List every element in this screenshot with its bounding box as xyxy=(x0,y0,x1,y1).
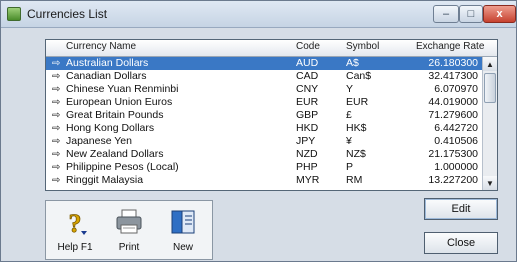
symbol-cell: Can$ xyxy=(346,70,372,82)
currency-name-cell: Chinese Yuan Renminbi xyxy=(66,83,179,95)
exchange-rate-cell: 71.279600 xyxy=(428,109,478,121)
row-arrow-icon: ⇨ xyxy=(52,162,61,173)
exchange-rate-cell: 0.410506 xyxy=(434,135,478,147)
currency-name-cell: Ringgit Malaysia xyxy=(66,174,144,186)
header-exchange-rate[interactable]: Exchange Rate xyxy=(416,41,484,52)
close-window-button[interactable]: x xyxy=(483,5,516,23)
code-cell: NZD xyxy=(296,148,318,160)
help-question-icon: ? xyxy=(68,209,87,237)
svg-text:?: ? xyxy=(69,209,82,237)
code-cell: PHP xyxy=(296,161,318,173)
currency-name-cell: European Union Euros xyxy=(66,96,173,108)
currencies-window: Currencies List – □ x Currency Name Code… xyxy=(0,0,517,262)
table-row[interactable]: ⇨ Ringgit Malaysia MYR RM 13.227200 xyxy=(46,174,482,187)
exchange-rate-cell: 1.000000 xyxy=(434,161,478,173)
symbol-cell: RM xyxy=(346,174,363,186)
toolbar-panel: ? Help F1 Print New xyxy=(45,200,213,260)
row-arrow-icon: ⇨ xyxy=(52,97,61,108)
row-arrow-icon: ⇨ xyxy=(52,123,61,134)
title-bar[interactable]: Currencies List – □ x xyxy=(1,1,516,28)
code-cell: JPY xyxy=(296,135,316,147)
row-arrow-icon: ⇨ xyxy=(52,136,61,147)
row-arrow-icon: ⇨ xyxy=(52,149,61,160)
new-book-icon xyxy=(171,210,195,234)
header-symbol[interactable]: Symbol xyxy=(346,41,379,52)
table-row[interactable]: ⇨ Hong Kong Dollars HKD HK$ 6.442720 xyxy=(46,122,482,135)
symbol-cell: EUR xyxy=(346,96,369,108)
table-row[interactable]: ⇨ Australian Dollars AUD A$ 26.180300 xyxy=(46,57,482,70)
currency-name-cell: Australian Dollars xyxy=(66,57,149,69)
vertical-scrollbar[interactable]: ▲ ▼ xyxy=(482,57,497,190)
code-cell: GBP xyxy=(296,109,319,121)
edit-button[interactable]: Edit xyxy=(424,198,498,220)
symbol-cell: £ xyxy=(346,109,352,121)
exchange-rate-cell: 6.070970 xyxy=(434,83,478,95)
exchange-rate-cell: 32.417300 xyxy=(428,70,478,82)
symbol-cell: HK$ xyxy=(346,122,367,134)
symbol-cell: Y xyxy=(346,83,354,95)
grid-header: Currency Name Code Symbol Exchange Rate xyxy=(46,40,497,57)
new-label: New xyxy=(172,242,193,253)
code-cell: CNY xyxy=(296,83,319,95)
symbol-cell: ¥ xyxy=(346,135,352,147)
row-arrow-icon: ⇨ xyxy=(52,110,61,121)
help-button[interactable]: ? Help F1 xyxy=(50,204,100,258)
print-label: Print xyxy=(118,242,140,253)
currency-name-cell: New Zealand Dollars xyxy=(66,148,164,160)
table-row[interactable]: ⇨ European Union Euros EUR EUR 44.019000 xyxy=(46,96,482,109)
scroll-up-icon[interactable]: ▲ xyxy=(483,57,497,71)
currency-name-cell: Canadian Dollars xyxy=(66,70,147,82)
table-row[interactable]: ⇨ Canadian Dollars CAD Can$ 32.417300 xyxy=(46,70,482,83)
close-button[interactable]: Close xyxy=(424,232,498,254)
maximize-button[interactable]: □ xyxy=(459,5,483,23)
row-arrow-icon: ⇨ xyxy=(52,71,61,82)
scroll-thumb[interactable] xyxy=(484,73,496,103)
code-cell: MYR xyxy=(296,174,320,186)
row-arrow-icon: ⇨ xyxy=(52,58,61,69)
header-code[interactable]: Code xyxy=(296,41,320,52)
row-arrow-icon: ⇨ xyxy=(52,175,61,186)
currency-grid[interactable]: Currency Name Code Symbol Exchange Rate … xyxy=(45,39,498,191)
printer-icon xyxy=(116,209,142,234)
scroll-down-icon[interactable]: ▼ xyxy=(483,176,497,190)
symbol-cell: NZ$ xyxy=(346,148,366,160)
exchange-rate-cell: 13.227200 xyxy=(428,174,478,186)
table-row[interactable]: ⇨ Chinese Yuan Renminbi CNY Y 6.070970 xyxy=(46,83,482,96)
currency-name-cell: Hong Kong Dollars xyxy=(66,122,155,134)
app-icon xyxy=(7,7,21,21)
grid-rows: ⇨ Australian Dollars AUD A$ 26.180300 ⇨ Canadi… xyxy=(46,57,482,187)
exchange-rate-cell: 21.175300 xyxy=(428,148,478,160)
symbol-cell: A$ xyxy=(346,57,359,69)
exchange-rate-cell: 6.442720 xyxy=(434,122,478,134)
exchange-rate-cell: 26.180300 xyxy=(428,57,478,69)
currency-name-cell: Japanese Yen xyxy=(66,135,132,147)
symbol-cell: P xyxy=(346,161,354,173)
code-cell: CAD xyxy=(296,70,319,82)
code-cell: AUD xyxy=(296,57,319,69)
minimize-button[interactable]: – xyxy=(433,5,459,23)
print-button[interactable]: Print xyxy=(104,204,154,258)
currency-name-cell: Great Britain Pounds xyxy=(66,109,164,121)
table-row[interactable]: ⇨ Great Britain Pounds GBP £71.279600 xyxy=(46,109,482,122)
new-button[interactable]: New xyxy=(158,204,208,258)
header-currency-name[interactable]: Currency Name xyxy=(66,41,136,52)
table-row[interactable]: ⇨ Philippine Pesos (Local) PHP P 1.000000 xyxy=(46,161,482,174)
help-label: Help F1 xyxy=(57,242,93,253)
window-title: Currencies List xyxy=(27,7,108,21)
table-row[interactable]: ⇨ Japanese Yen JPY ¥0.410506 xyxy=(46,135,482,148)
table-row[interactable]: ⇨ New Zealand Dollars NZD NZ$ 21.175300 xyxy=(46,148,482,161)
currency-name-cell: Philippine Pesos (Local) xyxy=(66,161,179,173)
code-cell: HKD xyxy=(296,122,319,134)
exchange-rate-cell: 44.019000 xyxy=(428,96,478,108)
row-arrow-icon: ⇨ xyxy=(52,84,61,95)
code-cell: EUR xyxy=(296,96,319,108)
